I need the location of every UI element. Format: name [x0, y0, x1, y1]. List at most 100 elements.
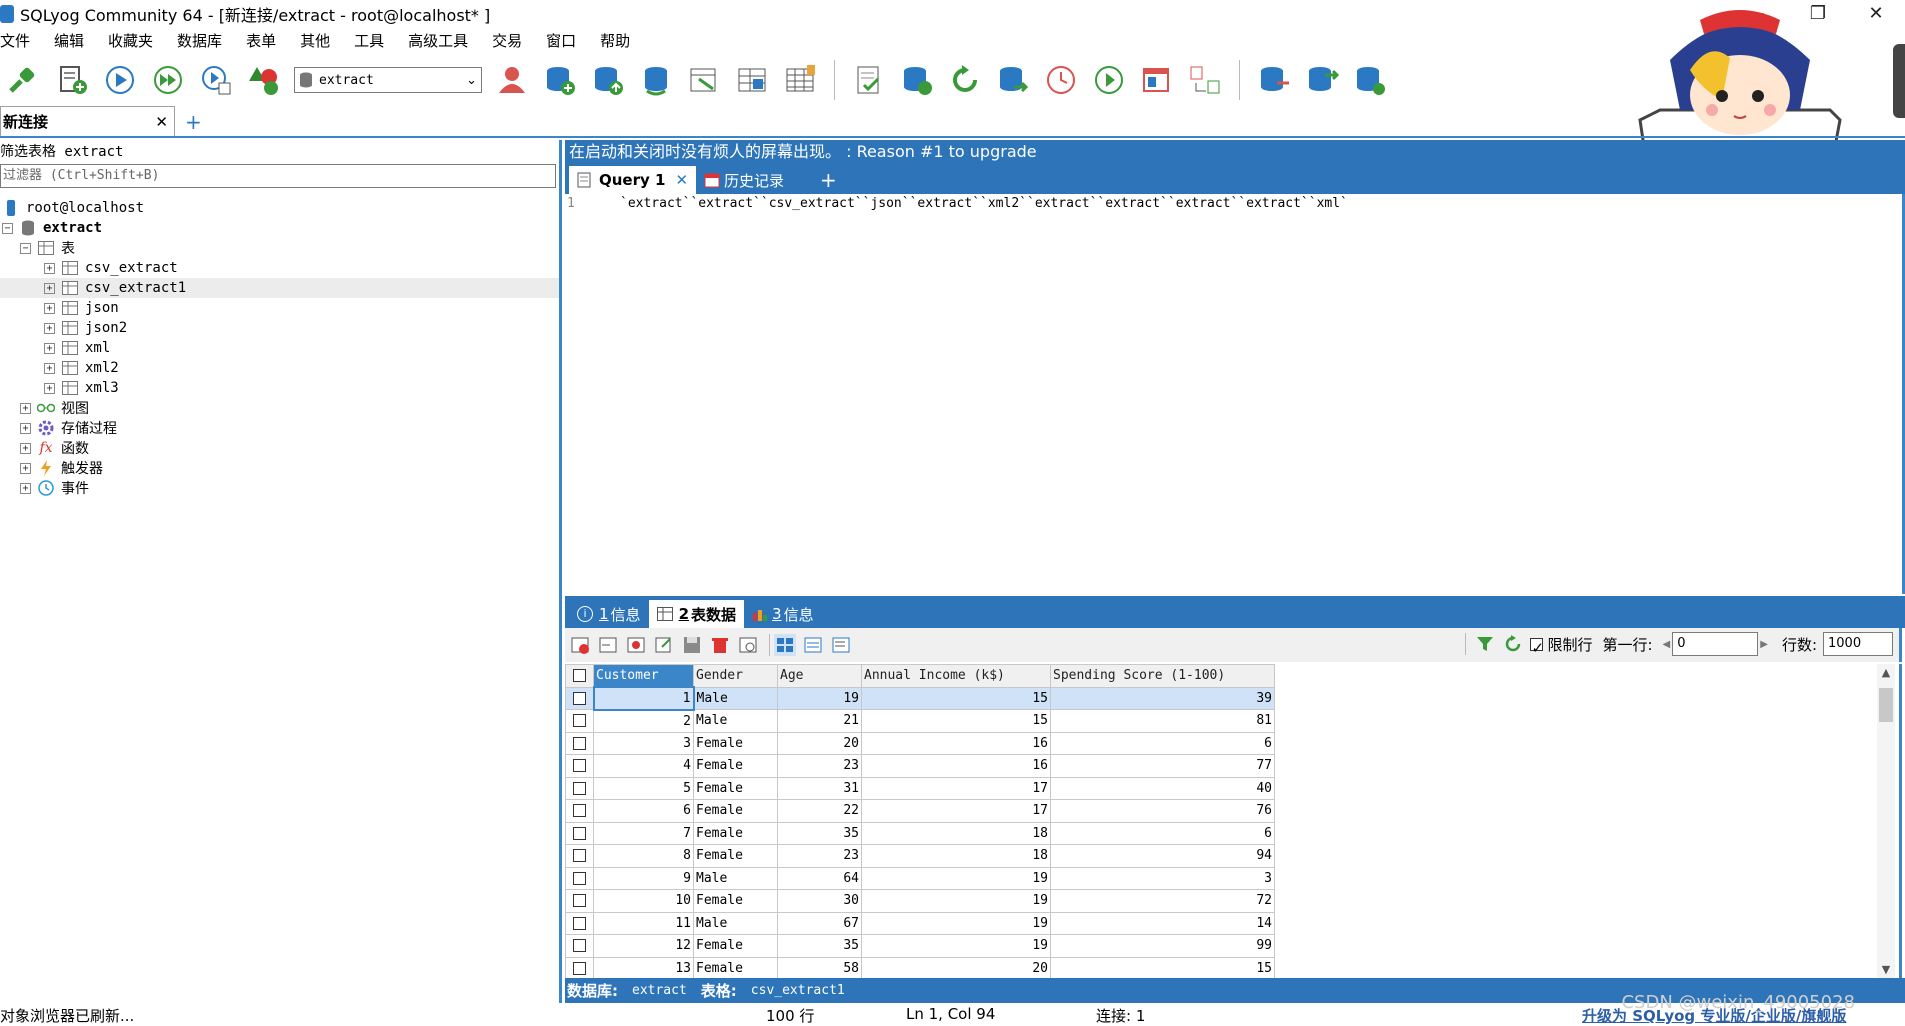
table-cell[interactable]: 4 — [593, 754, 694, 778]
table-cell[interactable]: 3 — [1050, 866, 1275, 890]
export-dropdown-icon[interactable] — [597, 634, 619, 656]
expand-icon[interactable]: + — [44, 322, 55, 334]
table-row[interactable]: 2 Male 21 15 81 — [565, 709, 1275, 733]
tab-messages[interactable]: i 1 信息 — [569, 600, 649, 628]
table-cell[interactable]: 77 — [1050, 754, 1275, 778]
table-cell[interactable]: 19 — [861, 866, 1051, 890]
discard-icon[interactable] — [737, 634, 759, 656]
filter-icon[interactable] — [1474, 633, 1496, 655]
menu-other[interactable]: 其他 — [300, 30, 330, 51]
tab-info[interactable]: 3 信息 — [744, 600, 822, 628]
execute-all-button[interactable] — [148, 60, 188, 100]
upgrade-banner[interactable]: 在启动和关闭时没有烦人的屏幕出现。 : Reason #1 to upgrade — [565, 140, 1905, 164]
table-cell[interactable]: 18 — [861, 844, 1051, 868]
add-row-icon[interactable] — [625, 634, 647, 656]
execute-query-button[interactable] — [100, 60, 140, 100]
table-row[interactable]: 8 Female 23 18 94 — [565, 844, 1275, 868]
table-cell[interactable]: 12 — [593, 934, 694, 958]
new-query-button[interactable] — [52, 60, 92, 100]
sql-editor[interactable]: 1 `extract``extract``csv_extract``json``… — [565, 194, 1905, 594]
table-cell[interactable]: 8 — [593, 844, 694, 868]
tree-node-tables[interactable]: − 表 — [0, 238, 559, 258]
table-cell[interactable]: 31 — [777, 776, 862, 800]
table-cell[interactable]: Female — [693, 799, 778, 823]
table-cell[interactable]: 20 — [777, 731, 862, 755]
table-cell[interactable]: Male — [693, 709, 778, 733]
table-cell[interactable]: 20 — [861, 956, 1051, 978]
table-cell[interactable]: 15 — [861, 709, 1051, 733]
expand-icon[interactable]: + — [20, 442, 31, 454]
backup-database-button[interactable] — [588, 60, 628, 100]
table-cell[interactable]: 58 — [777, 956, 862, 978]
table-cell[interactable]: Female — [693, 956, 778, 978]
delete-icon[interactable] — [709, 634, 731, 656]
table-data-button[interactable] — [780, 60, 820, 100]
tree-node-events[interactable]: + 事件 — [0, 478, 559, 498]
tree-node-database[interactable]: − extract — [0, 218, 559, 238]
tree-node-table[interactable]: + json2 — [0, 318, 559, 338]
table-cell[interactable]: Female — [693, 776, 778, 800]
tree-node-server[interactable]: root@localhost — [0, 198, 559, 218]
scheduler-button[interactable] — [1041, 60, 1081, 100]
first-row-input[interactable]: 0 — [1672, 632, 1759, 656]
table-cell[interactable]: Female — [693, 844, 778, 868]
collapse-icon[interactable]: − — [2, 222, 13, 234]
rows-count-input[interactable]: 1000 — [1823, 632, 1893, 656]
tree-node-table-selected[interactable]: + csv_extract1 — [0, 278, 559, 298]
save-icon[interactable] — [681, 634, 703, 656]
side-panel-handle[interactable] — [1893, 44, 1905, 118]
table-cell[interactable]: 35 — [777, 934, 862, 958]
table-cell[interactable]: 72 — [1050, 889, 1275, 913]
menu-help[interactable]: 帮助 — [600, 30, 630, 51]
row-checkbox[interactable] — [565, 776, 594, 800]
table-cell[interactable]: 5 — [593, 776, 694, 800]
table-cell[interactable]: Male — [693, 911, 778, 935]
table-cell[interactable]: Female — [693, 889, 778, 913]
tree-node-table[interactable]: + csv_extract — [0, 258, 559, 278]
expand-icon[interactable]: + — [20, 482, 31, 494]
user-manager-button[interactable] — [492, 60, 532, 100]
table-row[interactable]: 13 Female 58 20 15 — [565, 956, 1275, 978]
table-cell[interactable]: 14 — [1050, 911, 1275, 935]
tree-node-table[interactable]: + xml — [0, 338, 559, 358]
table-cell[interactable]: 15 — [1050, 956, 1275, 978]
table-cell[interactable]: 6 — [593, 799, 694, 823]
query-builder-button[interactable] — [849, 60, 889, 100]
tree-node-table[interactable]: + json — [0, 298, 559, 318]
row-checkbox[interactable] — [565, 844, 594, 868]
table-row[interactable]: 6 Female 22 17 76 — [565, 799, 1275, 823]
close-window-button[interactable]: ✕ — [1847, 0, 1905, 28]
table-row[interactable]: 7 Female 35 18 6 — [565, 821, 1275, 845]
column-header[interactable]: Customer — [593, 664, 694, 688]
tree-node-procedures[interactable]: + 存储过程 — [0, 418, 559, 438]
table-cell[interactable]: 67 — [777, 911, 862, 935]
next-page-icon[interactable]: ▶ — [1760, 639, 1768, 650]
table-cell[interactable]: 19 — [861, 934, 1051, 958]
table-cell[interactable]: 30 — [777, 889, 862, 913]
duplicate-row-icon[interactable] — [653, 634, 675, 656]
text-view-icon[interactable] — [830, 634, 852, 656]
table-cell[interactable]: 2 — [593, 709, 694, 733]
table-cell[interactable]: 22 — [777, 799, 862, 823]
expand-icon[interactable]: + — [44, 382, 55, 394]
table-cell[interactable]: 23 — [777, 754, 862, 778]
editor-code[interactable]: `extract``extract``csv_extract``json``ex… — [620, 196, 1348, 211]
row-checkbox[interactable] — [565, 866, 594, 890]
data-sync-button[interactable] — [897, 60, 937, 100]
form-view-icon[interactable] — [802, 634, 824, 656]
sync-database-button[interactable] — [636, 60, 676, 100]
table-cell[interactable]: 10 — [593, 889, 694, 913]
schema-sync-button[interactable] — [993, 60, 1033, 100]
table-row[interactable]: 3 Female 20 16 6 — [565, 731, 1275, 755]
table-cell[interactable]: 99 — [1050, 934, 1275, 958]
expand-icon[interactable]: + — [44, 262, 55, 274]
database-migrate-button[interactable] — [1302, 60, 1342, 100]
close-icon[interactable]: ✕ — [675, 171, 688, 189]
execute-edit-button[interactable] — [196, 60, 236, 100]
row-checkbox[interactable] — [565, 956, 594, 978]
tree-node-triggers[interactable]: + 触发器 — [0, 458, 559, 478]
table-cell[interactable]: 35 — [777, 821, 862, 845]
table-cell[interactable]: 40 — [1050, 776, 1275, 800]
table-cell[interactable]: 19 — [861, 911, 1051, 935]
row-checkbox[interactable] — [565, 731, 594, 755]
